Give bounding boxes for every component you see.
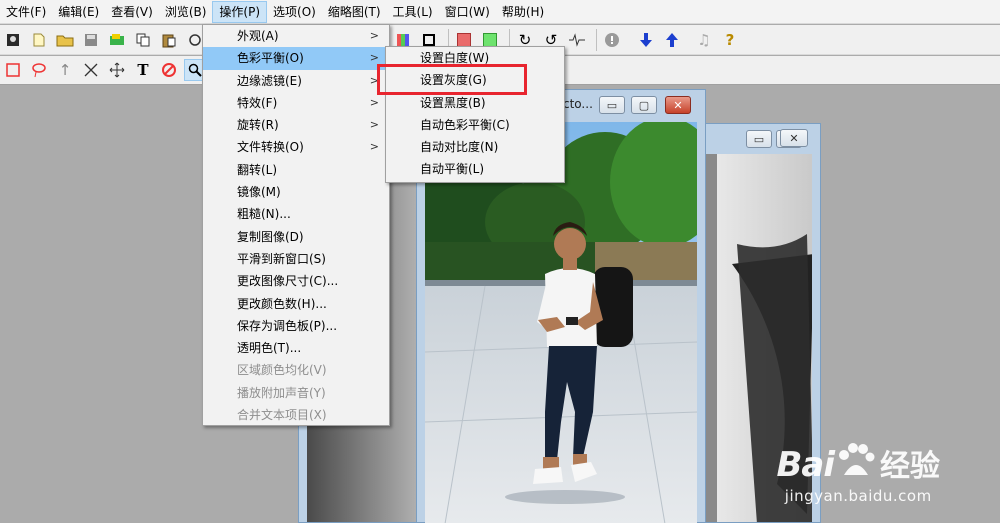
menu-operation[interactable]: 操作(P) (212, 0, 268, 23)
toolbar-separator (596, 28, 597, 51)
music-note-icon[interactable]: ♫ (693, 29, 715, 51)
menu-edit[interactable]: 编辑(E) (52, 1, 105, 23)
menu-tools[interactable]: 工具(L) (387, 1, 439, 23)
arrow-up-icon[interactable] (661, 29, 683, 51)
submenu-item-auto-contrast[interactable]: 自动对比度(N) (386, 136, 564, 158)
back-window-close-area: ✕ (780, 129, 811, 149)
new-file-icon[interactable] (28, 29, 50, 51)
open-folder-icon[interactable] (54, 29, 76, 51)
waveform-icon[interactable] (566, 29, 588, 51)
window-title: cto... (563, 97, 593, 111)
watermark-url: jingyan.baidu.com (784, 487, 932, 505)
submenu-arrow-icon: > (369, 140, 379, 154)
annotation-highlight-box (377, 64, 527, 95)
red-eye-icon[interactable] (158, 59, 180, 81)
submenu-arrow-icon: > (369, 95, 379, 109)
menu-item-smooth-new-window[interactable]: 平滑到新窗口(S) (203, 248, 389, 270)
menu-item-resize-image[interactable]: 更改图像尺寸(C)... (203, 270, 389, 292)
menu-item-rotate[interactable]: 旋转(R) > (203, 114, 389, 136)
menu-item-color-balance[interactable]: 色彩平衡(O) > (203, 47, 389, 70)
transform-icon[interactable] (80, 59, 102, 81)
close-button[interactable]: ✕ (665, 96, 691, 114)
submenu-arrow-icon: > (369, 29, 379, 42)
menu-window[interactable]: 窗口(W) (439, 1, 496, 23)
menu-browse[interactable]: 浏览(B) (159, 1, 213, 23)
menu-help[interactable]: 帮助(H) (496, 1, 550, 23)
pointer-icon[interactable]: ↑ (54, 59, 76, 81)
browse-icon[interactable] (2, 29, 24, 51)
lasso-icon[interactable] (28, 59, 50, 81)
help-icon[interactable]: ? (719, 29, 741, 51)
menu-item-duplicate-image[interactable]: 复制图像(D) (203, 226, 389, 248)
menu-item-appearance[interactable]: 外观(A) > (203, 25, 389, 47)
menu-file[interactable]: 文件(F) (0, 1, 52, 23)
submenu-arrow-icon: > (369, 118, 379, 132)
close-button[interactable]: ✕ (780, 129, 808, 147)
menu-options[interactable]: 选项(O) (267, 1, 322, 23)
maximize-button[interactable]: ▢ (631, 96, 657, 114)
operation-menu: 外观(A) > 色彩平衡(O) > 边缘滤镜(E) > 特效(F) > 旋转(R) > 文… (202, 24, 390, 426)
watermark-logo-text: Bai (776, 445, 835, 485)
save-icon[interactable] (80, 29, 102, 51)
menu-item-roughen[interactable]: 粗糙(N)... (203, 203, 389, 225)
menu-bar: 文件(F) 编辑(E) 查看(V) 浏览(B) 操作(P) 选项(O) 缩略图(… (0, 0, 1000, 24)
menu-item-effects[interactable]: 特效(F) > (203, 92, 389, 114)
menu-view[interactable]: 查看(V) (105, 1, 159, 23)
info-icon[interactable] (601, 29, 623, 51)
move-icon[interactable] (106, 59, 128, 81)
menu-item-transparent-color[interactable]: 透明色(T)... (203, 337, 389, 359)
text-tool-icon[interactable]: T (132, 59, 154, 81)
menu-thumbnails[interactable]: 缩略图(T) (322, 1, 387, 23)
minimize-button[interactable]: ▭ (746, 130, 772, 148)
paste-icon[interactable] (158, 29, 180, 51)
rectangle-select-icon[interactable] (2, 59, 24, 81)
menu-item-file-convert[interactable]: 文件转换(O) > (203, 136, 389, 158)
menu-item-play-sound: 播放附加声音(Y) (237, 385, 326, 400)
menu-item-merge-text: 合并文本项目(X) (237, 408, 327, 423)
watermark-logo-suffix: 经验 (880, 449, 940, 484)
baidu-watermark: Bai 经验 jingyan.baidu.com (776, 441, 940, 505)
menu-item-edge-filter[interactable]: 边缘滤镜(E) > (203, 70, 389, 92)
arrow-down-icon[interactable] (635, 29, 657, 51)
menu-item-save-palette[interactable]: 保存为调色板(P)... (203, 315, 389, 337)
menu-item-change-colors[interactable]: 更改颜色数(H)... (203, 293, 389, 315)
menu-item-flip[interactable]: 翻转(L) (203, 159, 389, 181)
minimize-button[interactable]: ▭ (599, 96, 625, 114)
scanner-icon[interactable] (106, 29, 128, 51)
copy-icon[interactable] (132, 29, 154, 51)
menu-item-region-equalize: 区域颜色均化(V) (237, 363, 327, 378)
menu-item-mirror[interactable]: 镜像(M) (203, 181, 389, 203)
submenu-item-auto-color-balance[interactable]: 自动色彩平衡(C) (386, 114, 564, 136)
submenu-item-auto-balance[interactable]: 自动平衡(L) (386, 158, 564, 180)
paw-icon (839, 443, 875, 475)
